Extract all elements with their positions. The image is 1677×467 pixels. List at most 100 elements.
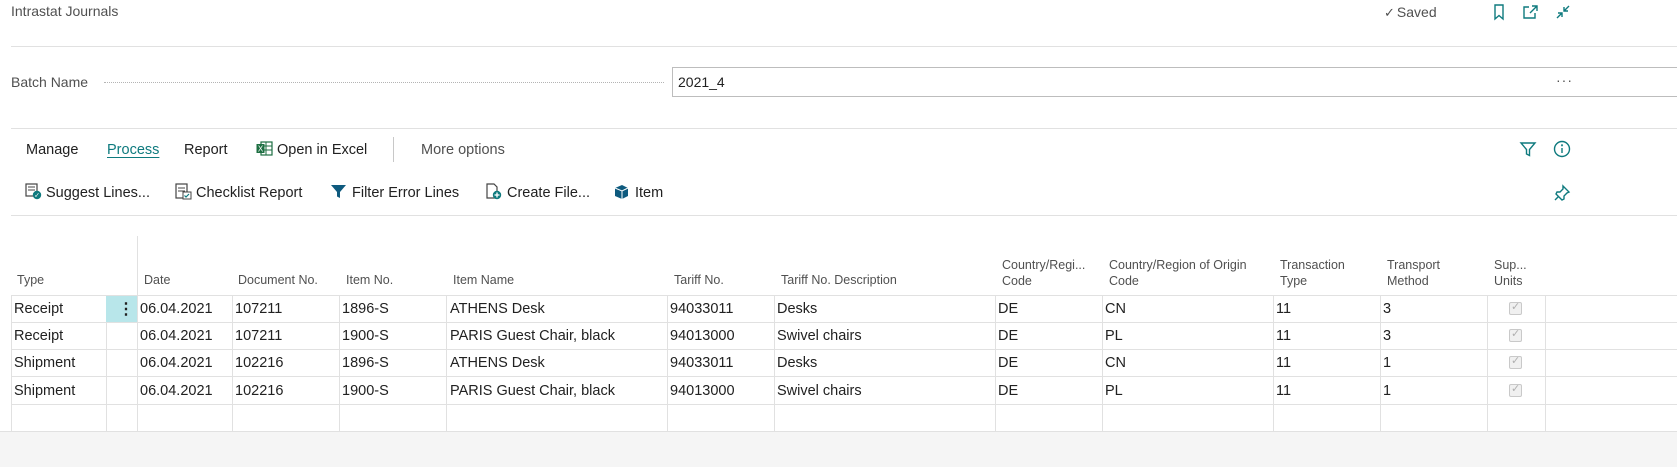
checklist-report-icon xyxy=(175,183,192,200)
cell-origin-code[interactable]: CN xyxy=(1105,355,1126,371)
batch-name-field[interactable]: 2021_4 xyxy=(672,67,1677,97)
cell-type[interactable]: Shipment xyxy=(14,383,75,399)
cell-country-code[interactable]: DE xyxy=(998,328,1018,344)
cell-document-no[interactable]: 102216 xyxy=(235,383,283,399)
cell-item-no[interactable]: 1896-S xyxy=(342,301,389,317)
saved-status: ✓ Saved xyxy=(1384,4,1437,21)
item-button[interactable]: Item xyxy=(635,185,663,201)
grid-line xyxy=(667,295,668,431)
sup-units-checkbox[interactable] xyxy=(1509,354,1522,369)
menu-manage[interactable]: Manage xyxy=(26,142,78,158)
cell-item-name[interactable]: ATHENS Desk xyxy=(450,355,545,371)
col-header-date[interactable]: Date xyxy=(144,272,170,288)
cell-document-no[interactable]: 107211 xyxy=(235,328,282,344)
create-file-button[interactable]: Create File... xyxy=(507,185,590,201)
col-header-item-no[interactable]: Item No. xyxy=(346,272,393,288)
sup-units-checkbox[interactable] xyxy=(1509,300,1522,315)
cell-date[interactable]: 06.04.2021 xyxy=(140,301,213,317)
info-icon[interactable] xyxy=(1553,140,1571,158)
menu-report[interactable]: Report xyxy=(184,142,228,158)
cell-date[interactable]: 06.04.2021 xyxy=(140,355,213,371)
cell-date[interactable]: 06.04.2021 xyxy=(140,383,213,399)
grid-line xyxy=(11,349,1677,350)
open-new-window-icon[interactable] xyxy=(1522,3,1540,21)
col-header-country-code[interactable]: Country/Regi... Code xyxy=(1002,257,1085,289)
menu-open-in-excel[interactable]: Open in Excel xyxy=(277,142,367,158)
col-header-item-name[interactable]: Item Name xyxy=(453,272,514,288)
cell-type[interactable]: Shipment xyxy=(14,355,75,371)
cell-item-no[interactable]: 1896-S xyxy=(342,355,389,371)
cell-transport-method[interactable]: 3 xyxy=(1383,301,1391,317)
row-actions-button[interactable]: ⋮ xyxy=(106,296,137,322)
col-header-origin-code[interactable]: Country/Region of Origin Code xyxy=(1109,257,1247,289)
cell-transport-method[interactable]: 3 xyxy=(1383,328,1391,344)
cell-tariff-no[interactable]: 94033011 xyxy=(670,301,733,317)
cell-document-no[interactable]: 107211 xyxy=(235,301,282,317)
checklist-report-button[interactable]: Checklist Report xyxy=(196,185,302,201)
batch-divider xyxy=(11,128,1677,129)
cell-transaction-type[interactable]: 11 xyxy=(1276,355,1291,371)
cell-item-no[interactable]: 1900-S xyxy=(342,328,389,344)
excel-icon: X xyxy=(256,141,273,156)
sup-units-checkbox[interactable] xyxy=(1509,382,1522,397)
cell-tariff-desc[interactable]: Desks xyxy=(777,301,817,317)
menu-more-options[interactable]: More options xyxy=(421,142,505,158)
grid-line xyxy=(232,295,233,431)
cell-type[interactable]: Receipt xyxy=(14,328,63,344)
col-header-type[interactable]: Type xyxy=(17,272,44,288)
cell-tariff-no[interactable]: 94013000 xyxy=(670,328,735,344)
suggest-lines-button[interactable]: Suggest Lines... xyxy=(46,185,150,201)
cell-document-no[interactable]: 102216 xyxy=(235,355,283,371)
col-header-transport-method[interactable]: Transport Method xyxy=(1387,257,1440,289)
pin-icon[interactable] xyxy=(1553,184,1571,202)
cell-item-name[interactable]: PARIS Guest Chair, black xyxy=(450,328,615,344)
actions-divider xyxy=(11,215,1677,216)
cell-origin-code[interactable]: CN xyxy=(1105,301,1126,317)
collapse-icon[interactable] xyxy=(1554,3,1572,21)
menu-divider xyxy=(393,137,394,162)
col-header-transaction-type[interactable]: Transaction Type xyxy=(1280,257,1345,289)
cell-tariff-desc[interactable]: Desks xyxy=(777,355,817,371)
cell-transaction-type[interactable]: 11 xyxy=(1276,383,1291,399)
cell-tariff-desc[interactable]: Swivel chairs xyxy=(777,328,862,344)
cell-date[interactable]: 06.04.2021 xyxy=(140,328,213,344)
cell-tariff-desc[interactable]: Swivel chairs xyxy=(777,383,862,399)
more-vertical-icon: ⋮ xyxy=(118,301,134,318)
filter-pane-icon[interactable] xyxy=(1519,140,1537,158)
item-icon xyxy=(613,183,630,200)
grid-line xyxy=(11,295,12,431)
cell-country-code[interactable]: DE xyxy=(998,301,1018,317)
bookmark-icon[interactable] xyxy=(1490,3,1508,21)
cell-item-no[interactable]: 1900-S xyxy=(342,383,389,399)
grid-line xyxy=(11,295,1677,296)
col-header-sup-units[interactable]: Sup... Units xyxy=(1494,257,1527,289)
filter-icon xyxy=(330,183,347,200)
svg-text:✓: ✓ xyxy=(34,193,40,200)
grid-line xyxy=(11,376,1677,377)
menu-process[interactable]: Process xyxy=(107,142,159,158)
cell-transaction-type[interactable]: 11 xyxy=(1276,328,1291,344)
cell-transaction-type[interactable]: 11 xyxy=(1276,301,1291,317)
cell-origin-code[interactable]: PL xyxy=(1105,328,1123,344)
cell-country-code[interactable]: DE xyxy=(998,383,1018,399)
grid-footer xyxy=(0,431,1677,467)
col-header-tariff-no[interactable]: Tariff No. xyxy=(674,272,724,288)
grid-line xyxy=(1102,295,1103,431)
cell-origin-code[interactable]: PL xyxy=(1105,383,1123,399)
cell-transport-method[interactable]: 1 xyxy=(1383,383,1391,399)
create-file-icon xyxy=(485,183,502,200)
grid-divider-v xyxy=(137,236,138,431)
cell-item-name[interactable]: PARIS Guest Chair, black xyxy=(450,383,615,399)
cell-tariff-no[interactable]: 94013000 xyxy=(670,383,735,399)
cell-country-code[interactable]: DE xyxy=(998,355,1018,371)
col-header-document-no[interactable]: Document No. xyxy=(238,272,318,288)
col-header-tariff-desc[interactable]: Tariff No. Description xyxy=(781,272,897,288)
saved-label: Saved xyxy=(1396,4,1437,20)
sup-units-checkbox[interactable] xyxy=(1509,327,1522,342)
cell-tariff-no[interactable]: 94033011 xyxy=(670,355,733,371)
filter-error-lines-button[interactable]: Filter Error Lines xyxy=(352,185,459,201)
batch-name-lookup-button[interactable]: ··· xyxy=(1556,72,1573,88)
cell-transport-method[interactable]: 1 xyxy=(1383,355,1391,371)
cell-item-name[interactable]: ATHENS Desk xyxy=(450,301,545,317)
cell-type[interactable]: Receipt xyxy=(14,301,63,317)
